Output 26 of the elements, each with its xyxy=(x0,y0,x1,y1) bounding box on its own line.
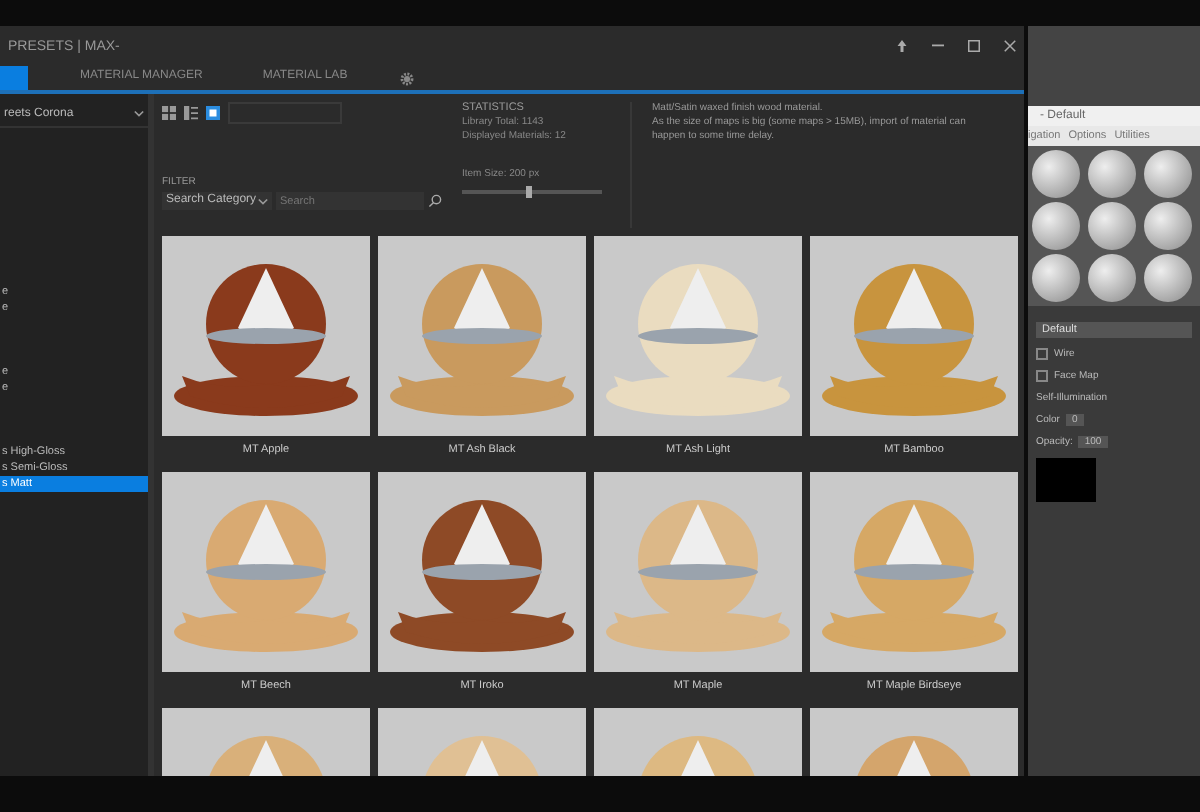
sample-sphere-icon[interactable] xyxy=(1032,202,1080,250)
sample-sphere-icon[interactable] xyxy=(1088,254,1136,302)
settings-icon[interactable] xyxy=(399,71,414,85)
close-icon[interactable] xyxy=(1004,40,1016,52)
size-slider-thumb[interactable] xyxy=(525,186,531,198)
image-view-icon[interactable] xyxy=(206,106,220,120)
list-view-icon[interactable] xyxy=(184,106,198,120)
caret-icon xyxy=(134,110,144,118)
sample-sphere-icon[interactable] xyxy=(1032,150,1080,198)
sample-sphere-icon[interactable] xyxy=(1088,150,1136,198)
pin-icon[interactable] xyxy=(896,40,908,52)
caret-icon xyxy=(258,197,268,205)
checkbox[interactable] xyxy=(1036,348,1048,360)
material-preview-drawing[interactable] xyxy=(378,472,586,672)
minimize-icon[interactable] xyxy=(932,40,944,52)
sample-sphere-icon[interactable] xyxy=(1032,254,1080,302)
color-swatch xyxy=(1036,458,1096,502)
material-preview-drawing[interactable] xyxy=(162,236,370,436)
search-icon xyxy=(428,194,442,208)
sample-sphere-icon[interactable] xyxy=(1144,150,1192,198)
grid-view-icon[interactable] xyxy=(162,106,176,120)
sample-sphere-icon[interactable] xyxy=(1088,202,1136,250)
sample-sphere-icon[interactable] xyxy=(1144,202,1192,250)
sample-sphere-icon[interactable] xyxy=(1144,254,1192,302)
checkbox[interactable] xyxy=(1036,370,1048,382)
maximize-icon[interactable] xyxy=(968,40,980,52)
